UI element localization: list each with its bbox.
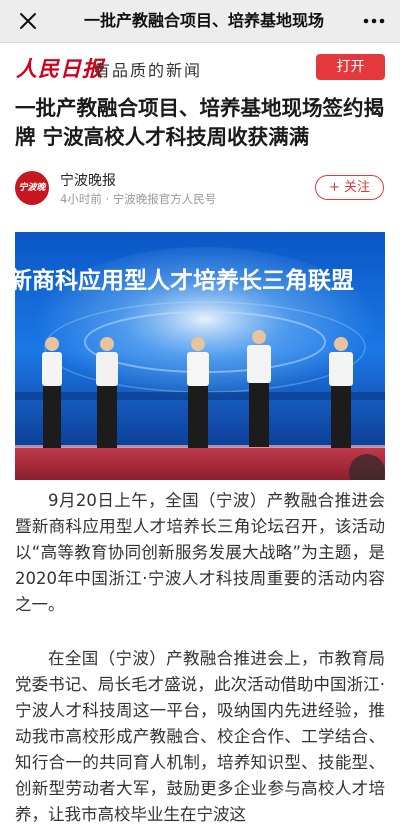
brand-slogan: 有品质的新闻 — [94, 61, 203, 80]
article-photo: 新商科应用型人才培养长三角联盟 — [15, 232, 385, 480]
person-figure — [247, 330, 271, 447]
brand-bar: 人民日报 有品质的新闻 打开 — [0, 43, 400, 89]
author-meta: 4小时前 · 宁波晚报官方人民号 — [60, 192, 217, 206]
follow-button[interactable]: + 关注 — [315, 175, 384, 200]
article-paragraph: 在全国（宁波）产教融合推进会上，市教育局党委书记、局长毛才盛说，此次活动借助中国… — [15, 649, 385, 824]
article-title: 一批产教融合项目、培养基地现场签约揭牌 宁波高校人才科技周收获满满 — [15, 96, 384, 149]
person-figure — [187, 337, 209, 448]
open-app-button[interactable]: 打开 — [316, 54, 385, 80]
photo-banner-text: 新商科应用型人才培养长三角联盟 — [15, 267, 354, 294]
event-stage-image: 新商科应用型人才培养长三角联盟 — [15, 232, 385, 480]
person-figure — [329, 337, 353, 448]
nav-title: 一批产教融合项目、培养基地现场 — [84, 11, 325, 30]
article-paragraph: 9月20日上午，全国（宁波）产教融合推进会暨新商科应用型人才培养长三角论坛召开，… — [15, 491, 385, 614]
close-icon[interactable] — [18, 11, 38, 31]
top-nav-bar: 一批产教融合项目、培养基地现场 — [0, 0, 400, 43]
person-figure — [42, 337, 62, 448]
avatar-text: 宁波晚报 — [18, 183, 46, 193]
person-figure — [96, 337, 118, 448]
more-dots-icon[interactable] — [362, 12, 386, 30]
people-daily-logo: 人民日报 — [16, 56, 104, 81]
author-avatar[interactable]: 宁波晚报 — [15, 171, 49, 205]
author-name[interactable]: 宁波晚报 — [60, 170, 116, 190]
